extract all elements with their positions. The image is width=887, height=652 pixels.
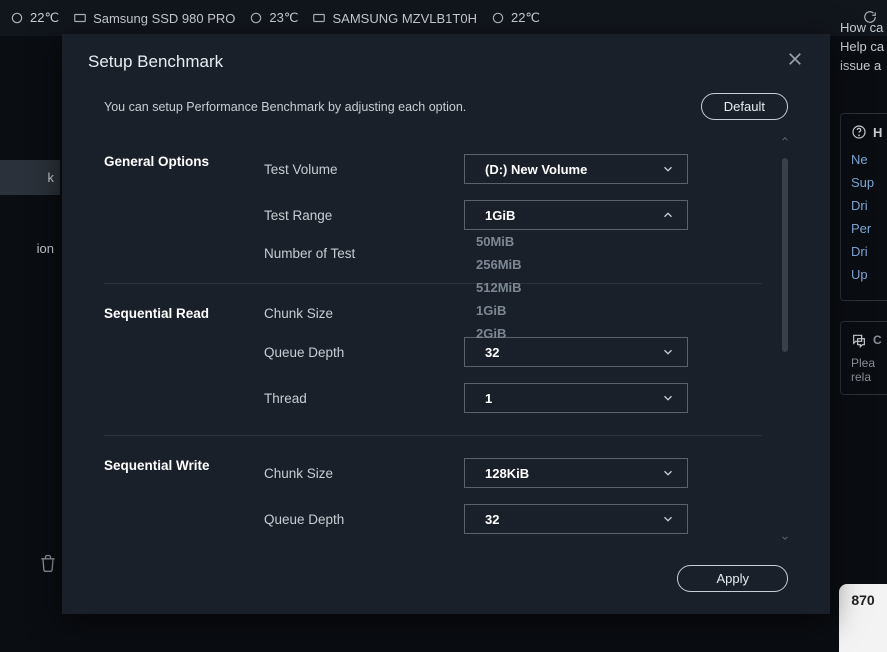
scrollbar[interactable] [782, 134, 788, 547]
contact-line-2: rela [851, 370, 887, 384]
label-number-of-test: Number of Test [264, 246, 454, 261]
help-line-1: How ca [840, 20, 887, 35]
select-sw-chunk[interactable]: 128KiB [464, 458, 688, 488]
drive-item-2[interactable]: SAMSUNG MZVLB1T0H [312, 11, 476, 26]
left-nav-item-1[interactable]: k [0, 160, 60, 195]
dropdown-test-range[interactable]: 50MiB 256MiB 512MiB 1GiB 2GiB [456, 230, 680, 345]
help-link-4[interactable]: Per [851, 221, 887, 236]
help-box: H Ne Sup Dri Per Dri Up [840, 113, 887, 301]
scrollbar-thumb[interactable] [782, 158, 788, 352]
scroll-up-icon[interactable] [780, 134, 788, 144]
select-test-range-value: 1GiB [485, 208, 515, 223]
help-panel: How ca Help ca issue a H Ne Sup Dri Per … [840, 20, 887, 395]
modal-body: General Options Test Volume (D:) New Vol… [104, 132, 788, 547]
temp-item-3: 22℃ [491, 10, 540, 26]
label-test-volume: Test Volume [264, 162, 454, 177]
section-seq-write: Sequential Write Chunk Size 128KiB Queue… [104, 436, 762, 547]
apply-button[interactable]: Apply [677, 565, 788, 592]
section-title-seq-read: Sequential Read [104, 306, 254, 321]
default-button[interactable]: Default [701, 93, 788, 120]
trash-icon [38, 553, 58, 573]
chevron-up-icon [661, 208, 675, 222]
thermometer-icon [10, 11, 24, 25]
temp-value-2: 23℃ [269, 10, 298, 26]
trash-button[interactable] [38, 553, 58, 578]
label-sw-chunk: Chunk Size [264, 466, 454, 481]
select-sw-queue-value: 32 [485, 512, 499, 527]
temp-item-1: 22℃ [10, 10, 59, 26]
select-test-volume-value: (D:) New Volume [485, 162, 587, 177]
chevron-down-icon [661, 391, 675, 405]
help-header: H [873, 125, 882, 140]
option-256mib[interactable]: 256MiB [456, 253, 680, 276]
label-sr-chunk: Chunk Size [264, 306, 454, 321]
label-test-range: Test Range [264, 208, 454, 223]
section-title-general: General Options [104, 154, 254, 184]
option-1gib[interactable]: 1GiB [456, 299, 680, 322]
drive-icon [73, 11, 87, 25]
setup-benchmark-modal: Setup Benchmark You can setup Performanc… [62, 34, 830, 614]
chevron-down-icon [661, 162, 675, 176]
chevron-down-icon [661, 512, 675, 526]
help-link-3[interactable]: Dri [851, 198, 887, 213]
select-test-range[interactable]: 1GiB [464, 200, 688, 230]
contact-box: C Plea rela [840, 321, 887, 395]
help-link-2[interactable]: Sup [851, 175, 887, 190]
label-sr-thread: Thread [264, 391, 454, 406]
label-sw-queue: Queue Depth [264, 512, 454, 527]
left-nav-item-2[interactable]: ion [0, 231, 60, 266]
promo-card[interactable]: 870 [839, 584, 887, 652]
help-line-2: Help ca [840, 39, 887, 54]
section-title-seq-write: Sequential Write [104, 458, 254, 488]
select-sr-queue-value: 32 [485, 345, 499, 360]
close-icon [786, 50, 804, 68]
temp-item-2: 23℃ [249, 10, 298, 26]
help-line-3: issue a [840, 58, 887, 73]
help-link-6[interactable]: Up [851, 267, 887, 282]
modal-help-text: You can setup Performance Benchmark by a… [104, 100, 466, 114]
chevron-down-icon [661, 345, 675, 359]
contact-header: C [873, 333, 882, 347]
select-sw-queue[interactable]: 32 [464, 504, 688, 534]
drive-item-1[interactable]: Samsung SSD 980 PRO [73, 11, 235, 26]
option-512mib[interactable]: 512MiB [456, 276, 680, 299]
chevron-down-icon [661, 466, 675, 480]
label-sr-queue: Queue Depth [264, 345, 454, 360]
thermometer-icon [491, 11, 505, 25]
select-sw-chunk-value: 128KiB [485, 466, 529, 481]
drive-icon [312, 11, 326, 25]
help-link-1[interactable]: Ne [851, 152, 887, 167]
select-sr-thread[interactable]: 1 [464, 383, 688, 413]
modal-title: Setup Benchmark [88, 52, 223, 72]
temp-value-3: 22℃ [511, 10, 540, 26]
chat-icon [851, 332, 867, 348]
scroll-down-icon[interactable] [780, 533, 788, 543]
help-link-5[interactable]: Dri [851, 244, 887, 259]
section-general: General Options Test Volume (D:) New Vol… [104, 132, 762, 284]
select-sr-thread-value: 1 [485, 391, 492, 406]
help-icon [851, 124, 867, 140]
option-2gib[interactable]: 2GiB [456, 322, 680, 345]
drive-name-1: Samsung SSD 980 PRO [93, 11, 235, 26]
drive-name-2: SAMSUNG MZVLB1T0H [332, 11, 476, 26]
thermometer-icon [249, 11, 263, 25]
close-button[interactable] [786, 50, 804, 73]
top-status-bar: 22℃ Samsung SSD 980 PRO 23℃ SAMSUNG MZVL… [0, 0, 887, 36]
select-test-volume[interactable]: (D:) New Volume [464, 154, 688, 184]
contact-line-1: Plea [851, 356, 887, 370]
temp-value-1: 22℃ [30, 10, 59, 26]
option-50mib[interactable]: 50MiB [456, 230, 680, 253]
